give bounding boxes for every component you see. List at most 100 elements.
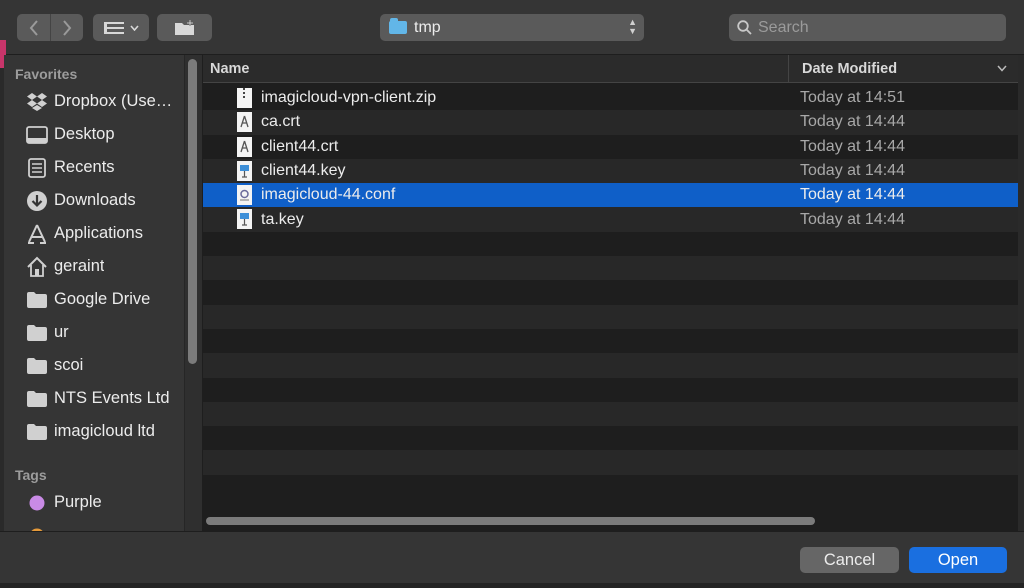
empty-row (203, 353, 1018, 378)
file-date: Today at 14:44 (800, 210, 905, 228)
search-input[interactable] (758, 18, 998, 37)
empty-row (203, 304, 1018, 329)
downloads-icon (26, 190, 48, 212)
sidebar-item-label: Downloads (54, 191, 136, 209)
dialog-button-bar: Cancel Open (0, 531, 1024, 588)
sort-chevron-down-icon[interactable] (997, 61, 1007, 75)
file-name: client44.crt (261, 137, 339, 155)
empty-row (203, 377, 1018, 402)
certificate-file-icon (237, 136, 252, 157)
applications-icon (26, 223, 48, 245)
location-popup[interactable]: tmp ▲ ▼ (380, 14, 644, 41)
desktop-icon (26, 124, 48, 146)
empty-row (203, 231, 1018, 257)
file-row[interactable]: imagicloud-vpn-client.zip Today at 14:51 (203, 86, 1018, 111)
sidebar-item-label: scoi (54, 356, 84, 374)
view-mode-button[interactable] (93, 14, 149, 41)
sidebar-item-imagicloud-ltd[interactable]: imagicloud ltd (4, 416, 184, 447)
folder-icon (26, 421, 48, 443)
empty-row (203, 280, 1018, 305)
empty-row (203, 328, 1018, 354)
sidebar-item-label: Recents (54, 158, 115, 176)
horizontal-scrollbar-thumb[interactable] (206, 517, 815, 525)
sidebar-item-dropbox[interactable]: Dropbox (Use… (4, 86, 184, 117)
file-row[interactable]: client44.crt Today at 14:44 (203, 134, 1018, 159)
search-icon (737, 20, 752, 35)
empty-row (203, 474, 1018, 500)
sidebar-item-label: ur (54, 323, 69, 341)
folder-icon (26, 322, 48, 344)
list-header: Name Date Modified (203, 55, 1018, 83)
chevron-left-icon (29, 19, 38, 36)
back-button[interactable] (17, 14, 50, 41)
file-list: Name Date Modified imagicloud-vpn-client… (203, 55, 1018, 531)
certificate-file-icon (237, 112, 252, 133)
recents-icon (26, 157, 48, 179)
folder-icon (26, 355, 48, 377)
sidebar-item-recents[interactable]: Recents (4, 152, 184, 183)
open-button[interactable]: Open (909, 547, 1007, 573)
folder-icon (26, 289, 48, 311)
nav-button-group (17, 14, 83, 41)
favorites-heading: Favorites (15, 66, 78, 82)
home-icon (26, 256, 48, 278)
dropbox-icon (26, 91, 48, 113)
new-folder-button[interactable] (157, 14, 212, 41)
window-frame-bottom (0, 583, 1024, 588)
empty-row (203, 401, 1018, 427)
empty-row (203, 256, 1018, 281)
sidebar-item-label: Dropbox (Use… (54, 92, 173, 110)
sidebar-item-desktop[interactable]: Desktop (4, 119, 184, 150)
cancel-button[interactable]: Cancel (800, 547, 899, 573)
sidebar-item-label: Desktop (54, 125, 115, 143)
sidebar-item-label: Google Drive (54, 290, 151, 308)
column-header-date-modified[interactable]: Date Modified (802, 61, 897, 77)
sidebar-item-downloads[interactable]: Downloads (4, 185, 184, 216)
file-name: ta.key (261, 210, 304, 228)
column-separator[interactable] (788, 55, 789, 83)
keynote-file-icon (237, 160, 252, 181)
sidebar: Favorites Dropbox (Use… Desktop Recents … (4, 55, 202, 531)
sidebar-item-label: Purple (54, 493, 102, 511)
sidebar-item-google-drive[interactable]: Google Drive (4, 284, 184, 315)
empty-row (203, 450, 1018, 475)
column-header-name[interactable]: Name (210, 61, 250, 77)
new-folder-icon (174, 19, 194, 35)
list-view-icon (103, 21, 124, 34)
tag-color-dot-icon (26, 492, 48, 514)
zip-file-icon (237, 88, 252, 108)
file-date: Today at 14:44 (800, 162, 905, 180)
file-row[interactable]: client44.key Today at 14:44 (203, 158, 1018, 184)
forward-button[interactable] (50, 14, 83, 41)
sidebar-item-scoi[interactable]: scoi (4, 350, 184, 381)
sidebar-item-home[interactable]: geraint (4, 251, 184, 282)
file-rows: imagicloud-vpn-client.zip Today at 14:51… (203, 86, 1018, 500)
sidebar-item-label: NTS Events Ltd (54, 389, 170, 407)
chevron-down-icon (129, 24, 139, 31)
file-row[interactable]: ca.crt Today at 14:44 (203, 110, 1018, 135)
file-name: client44.key (261, 162, 346, 180)
file-name: ca.crt (261, 113, 301, 131)
file-row[interactable]: ta.key Today at 14:44 (203, 207, 1018, 232)
tags-heading: Tags (15, 467, 47, 483)
folder-icon (389, 18, 407, 34)
file-date: Today at 14:51 (800, 89, 905, 107)
up-down-chevron-icon: ▲ ▼ (628, 17, 637, 36)
sidebar-item-applications[interactable]: Applications (4, 218, 184, 249)
sidebar-item-label: Applications (54, 224, 143, 242)
toolbar: tmp ▲ ▼ (0, 0, 1024, 55)
file-name: imagicloud-44.conf (261, 186, 396, 204)
file-date: Today at 14:44 (800, 113, 905, 131)
sidebar-item-tag-partial[interactable] (4, 520, 184, 531)
search-field[interactable] (729, 14, 1006, 41)
sidebar-item-ur[interactable]: ur (4, 317, 184, 348)
file-date: Today at 14:44 (800, 186, 905, 204)
empty-row (203, 426, 1018, 451)
sidebar-item-nts-events[interactable]: NTS Events Ltd (4, 383, 184, 414)
sidebar-scrollbar-thumb[interactable] (188, 59, 197, 364)
sidebar-item-tag-purple[interactable]: Purple (4, 487, 184, 518)
file-row-selected[interactable]: imagicloud-44.conf Today at 14:44 (203, 183, 1018, 208)
chevron-right-icon (63, 19, 72, 36)
conf-file-icon (237, 185, 252, 206)
file-name: imagicloud-vpn-client.zip (261, 89, 437, 107)
